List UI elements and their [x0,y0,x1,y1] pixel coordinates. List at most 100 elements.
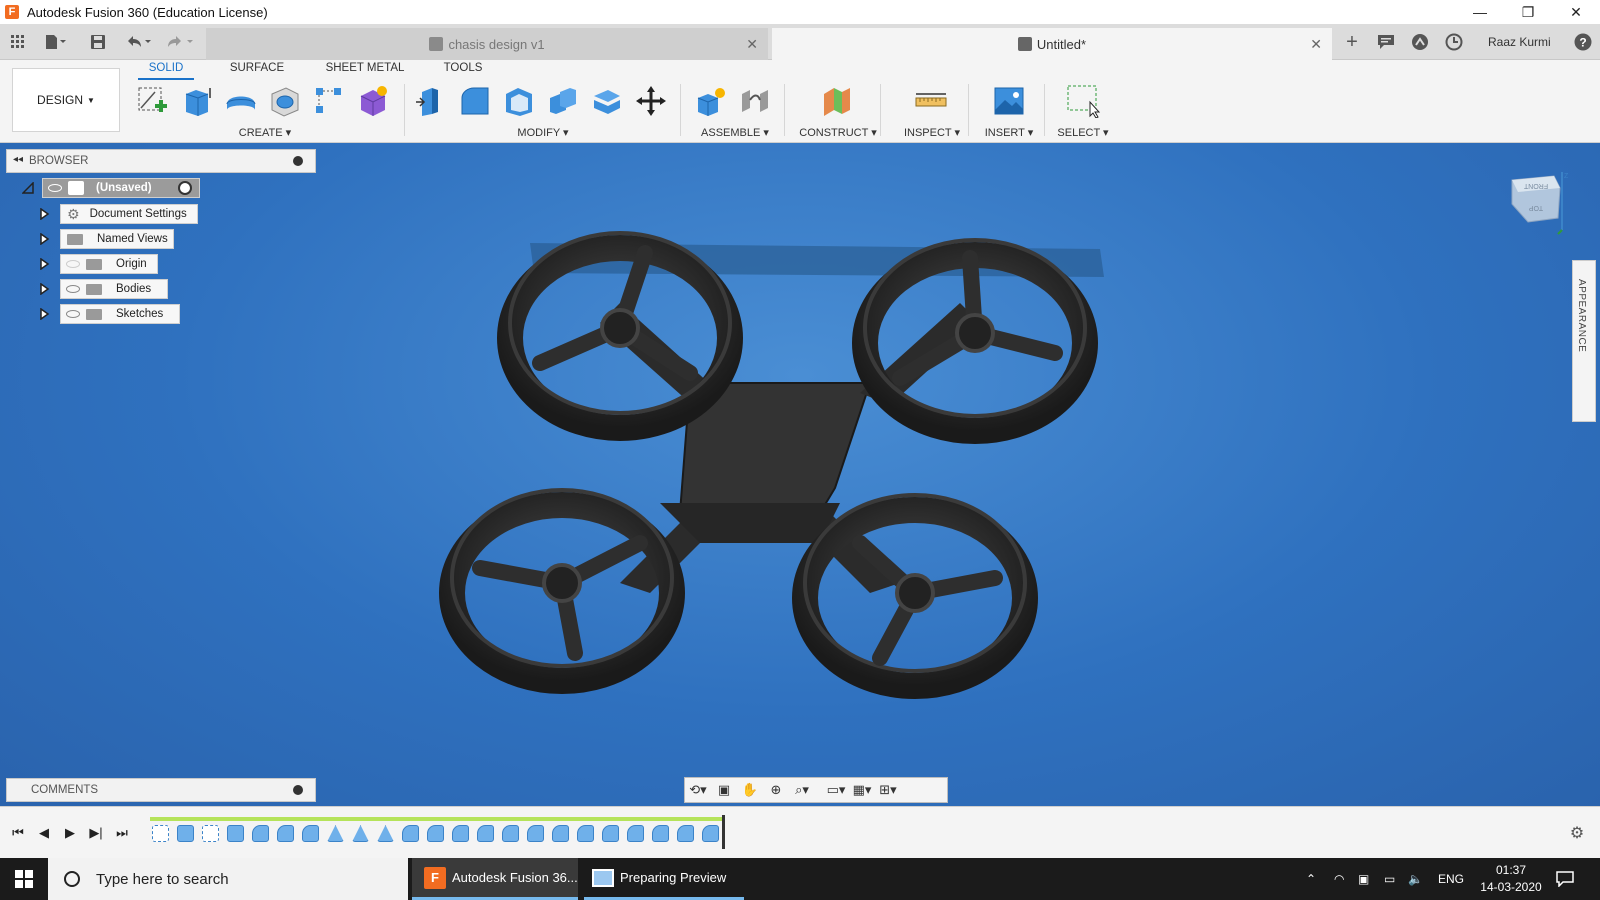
tab-solid[interactable]: SOLID [138,62,194,80]
timeline-fillet-feature[interactable] [577,825,594,842]
history-clock-icon[interactable] [1440,24,1468,60]
measure-icon[interactable] [914,84,948,118]
appearance-panel-tab[interactable]: APPEARANCE [1572,260,1596,422]
new-tab-button[interactable]: + [1338,24,1366,60]
volume-icon[interactable]: 🔈 [1408,858,1430,900]
collapse-double-arrow-icon[interactable]: ◂◂ [13,154,23,165]
viewports-icon[interactable]: ⊞▾ [875,780,901,800]
tree-row-origin[interactable]: Origin [38,254,158,274]
taskbar-clock[interactable]: 01:37 14-03-2020 [1474,862,1548,896]
notifications-icon[interactable] [1372,24,1400,60]
undo-icon[interactable] [118,24,158,60]
group-insert[interactable]: INSERT ▾ [976,126,1042,139]
3d-viewport[interactable] [0,143,1600,806]
group-assemble[interactable]: ASSEMBLE ▾ [692,126,778,139]
document-settings-node[interactable]: ⚙ Document Settings [60,204,198,224]
timeline-settings-gear-icon[interactable]: ⚙ [1568,825,1586,843]
joint-icon[interactable] [738,84,772,118]
go-to-end-icon[interactable]: ⏭ [112,823,132,843]
minimize-button[interactable]: — [1456,0,1504,24]
tree-row-named-views[interactable]: Named Views [38,229,174,249]
timeline-marker[interactable] [722,815,725,849]
timeline-fillet-feature[interactable] [252,825,269,842]
timeline-mirror-feature[interactable] [352,825,369,842]
taskbar-search-box[interactable]: Type here to search [48,858,408,900]
close-window-button[interactable]: ✕ [1552,0,1600,24]
action-center-icon[interactable] [1556,858,1586,900]
timeline-fillet-feature[interactable] [452,825,469,842]
timeline-fillet-feature[interactable] [602,825,619,842]
expand-arrow-icon[interactable] [38,233,50,245]
origin-node[interactable]: Origin [60,254,158,274]
tree-row-document-settings[interactable]: ⚙ Document Settings [38,204,198,224]
network-alert-icon[interactable]: ▣ [1358,858,1380,900]
view-cube[interactable]: FRONT TOP Z [1508,170,1570,236]
expand-arrow-icon[interactable] [38,258,50,270]
drone-chassis-model[interactable] [0,143,1600,806]
hidden-eye-icon[interactable] [66,260,80,268]
offset-plane-icon[interactable] [820,84,854,118]
tab-tools[interactable]: TOOLS [436,62,490,80]
play-icon[interactable]: ▶ [60,823,80,843]
visibility-eye-icon[interactable] [66,310,80,318]
timeline-sketch-feature[interactable] [152,825,169,842]
timeline-fillet-feature[interactable] [302,825,319,842]
save-icon[interactable] [84,24,112,60]
group-modify[interactable]: MODIFY ▾ [498,126,588,139]
comments-panel-header[interactable]: COMMENTS [6,778,316,802]
show-hidden-icons-chevron-icon[interactable]: ⌃ [1306,858,1326,900]
hole-icon[interactable] [268,84,302,118]
taskbar-app-fusion[interactable]: F Autodesk Fusion 36... [412,858,578,900]
timeline-fillet-feature[interactable] [527,825,544,842]
file-menu-icon[interactable] [38,24,72,60]
tab-sheet-metal[interactable]: SHEET METAL [322,62,408,80]
timeline-fillet-feature[interactable] [702,825,719,842]
workspace-switcher[interactable]: DESIGN ▼ [12,68,120,132]
close-tab-icon[interactable]: ✕ [1310,36,1322,53]
step-back-icon[interactable]: ◀ [34,823,54,843]
wifi-icon[interactable]: ◠ [1334,858,1354,900]
timeline-fillet-feature[interactable] [552,825,569,842]
extrude-icon[interactable] [180,84,214,118]
step-forward-icon[interactable]: ▶| [86,823,106,843]
combine-icon[interactable] [546,84,580,118]
sketches-node[interactable]: Sketches [60,304,180,324]
tab-chasis-design[interactable]: chasis design v1 ✕ [206,28,768,60]
display-settings-icon[interactable]: ▭▾ [823,780,849,800]
offset-face-icon[interactable] [590,84,624,118]
timeline-mirror-feature[interactable] [377,825,394,842]
expand-arrow-icon[interactable] [38,283,50,295]
timeline-fillet-feature[interactable] [477,825,494,842]
fillet-icon[interactable] [458,84,492,118]
close-tab-icon[interactable]: ✕ [746,36,758,53]
go-to-start-icon[interactable]: ⏮ [8,823,28,843]
named-views-node[interactable]: Named Views [60,229,174,249]
shell-icon[interactable] [502,84,536,118]
timeline-extrude-feature[interactable] [177,825,194,842]
create-form-icon[interactable] [356,84,390,118]
timeline-mirror-feature[interactable] [327,825,344,842]
bodies-node[interactable]: Bodies [60,279,168,299]
pattern-icon[interactable] [312,84,346,118]
pin-icon[interactable] [293,156,303,166]
tab-surface[interactable]: SURFACE [224,62,290,80]
redo-icon[interactable] [162,24,200,60]
grid-snaps-icon[interactable]: ▦▾ [849,780,875,800]
timeline-fillet-feature[interactable] [402,825,419,842]
root-component-node[interactable]: (Unsaved) [42,178,200,198]
language-indicator[interactable]: ENG [1438,858,1468,900]
pan-hand-icon[interactable]: ✋ [737,780,763,800]
expanded-arrow-icon[interactable] [22,182,34,194]
visibility-eye-icon[interactable] [48,184,62,192]
timeline-fillet-feature[interactable] [502,825,519,842]
timeline-sketch-feature[interactable] [202,825,219,842]
timeline-fillet-feature[interactable] [427,825,444,842]
look-at-icon[interactable]: ▣ [711,780,737,800]
insert-image-icon[interactable] [992,84,1026,118]
zoom-icon[interactable]: ⊕ [763,780,789,800]
expand-arrow-icon[interactable] [38,308,50,320]
add-comment-icon[interactable] [293,785,303,795]
window-select-icon[interactable] [1066,84,1101,119]
group-construct[interactable]: CONSTRUCT ▾ [796,126,880,139]
move-icon[interactable] [634,84,668,118]
